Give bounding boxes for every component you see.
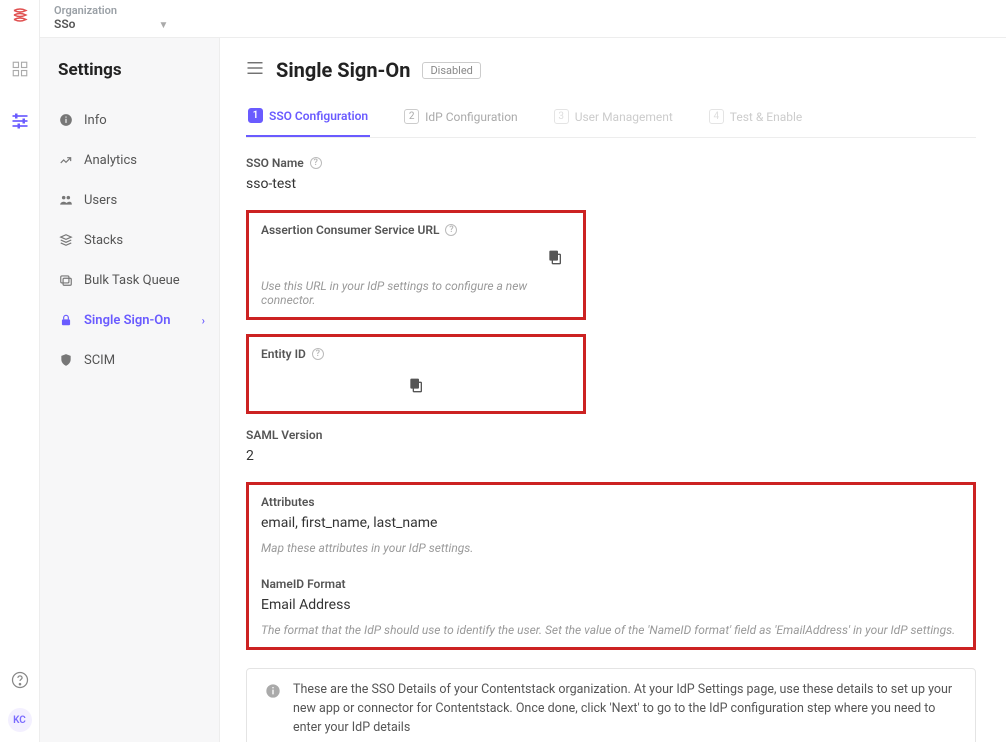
- org-selector[interactable]: SSo: [54, 17, 75, 31]
- field-hint: Use this URL in your IdP settings to con…: [261, 279, 571, 307]
- sidebar-item-label: Users: [84, 193, 117, 208]
- settings-sidebar: Settings Info Analytics Users Stacks: [40, 38, 220, 742]
- analytics-icon: [58, 152, 74, 168]
- sso-name-value: sso-test: [246, 176, 976, 192]
- saml-version-value: 2: [246, 448, 976, 464]
- sidebar-item-info[interactable]: Info: [58, 100, 219, 140]
- page-title: Single Sign-On: [276, 58, 410, 82]
- sidebar-item-label: SCIM: [84, 353, 115, 368]
- sidebar-item-stacks[interactable]: Stacks: [58, 220, 219, 260]
- stacks-icon: [58, 232, 74, 248]
- info-icon: [265, 681, 281, 706]
- sidebar-item-analytics[interactable]: Analytics: [58, 140, 219, 180]
- copy-icon[interactable]: [547, 249, 563, 269]
- org-header: Organization SSo ▼: [40, 0, 1006, 38]
- left-rail: KC: [0, 0, 40, 742]
- status-badge: Disabled: [422, 62, 480, 79]
- org-label: Organization: [54, 4, 168, 17]
- field-label: Assertion Consumer Service URL: [261, 223, 439, 237]
- apps-icon[interactable]: [8, 57, 32, 81]
- chevron-right-icon: ›: [202, 314, 205, 327]
- sidebar-item-bulk-task[interactable]: Bulk Task Queue: [58, 260, 219, 300]
- sidebar-item-label: Bulk Task Queue: [84, 273, 180, 288]
- sidebar-item-label: Analytics: [84, 153, 137, 168]
- users-icon: [58, 192, 74, 208]
- tab-label: IdP Configuration: [425, 110, 518, 124]
- tab-label: SSO Configuration: [269, 109, 368, 123]
- sidebar-item-sso[interactable]: Single Sign-On ›: [58, 300, 219, 340]
- attributes-value: email, first_name, last_name: [261, 515, 961, 531]
- field-hint: The format that the IdP should use to id…: [261, 623, 961, 637]
- field-label: Entity ID: [261, 347, 306, 361]
- tab-test-enable[interactable]: 4 Test & Enable: [707, 108, 804, 137]
- sidebar-item-label: Stacks: [84, 233, 123, 248]
- help-tooltip-icon[interactable]: ?: [310, 157, 322, 169]
- info-icon: [58, 112, 74, 128]
- sidebar-item-label: Single Sign-On: [84, 313, 171, 328]
- sidebar-item-label: Info: [84, 113, 107, 128]
- field-acs-url: Assertion Consumer Service URL ? Use thi…: [246, 210, 586, 320]
- field-label: NameID Format: [261, 577, 346, 591]
- field-label: SAML Version: [246, 428, 322, 442]
- tab-label: User Management: [575, 110, 673, 124]
- main-panel: Single Sign-On Disabled 1 SSO Configurat…: [220, 38, 1006, 742]
- sidebar-item-scim[interactable]: SCIM: [58, 340, 219, 380]
- sidebar-title: Settings: [58, 60, 219, 80]
- tab-idp-config[interactable]: 2 IdP Configuration: [402, 108, 520, 137]
- tabs: 1 SSO Configuration 2 IdP Configuration …: [246, 108, 976, 138]
- info-callout: These are the SSO Details of your Conten…: [246, 668, 976, 742]
- tab-label: Test & Enable: [730, 110, 802, 124]
- help-tooltip-icon[interactable]: ?: [312, 348, 324, 360]
- field-label: Attributes: [261, 495, 315, 509]
- sidebar-item-users[interactable]: Users: [58, 180, 219, 220]
- info-text: These are the SSO Details of your Conten…: [293, 681, 957, 737]
- chevron-down-icon[interactable]: ▼: [158, 20, 168, 31]
- tab-sso-config[interactable]: 1 SSO Configuration: [246, 108, 370, 137]
- field-saml-version: SAML Version 2: [246, 428, 976, 464]
- field-sso-name: SSO Name ? sso-test: [246, 156, 976, 192]
- settings-sliders-icon[interactable]: [8, 109, 32, 133]
- copy-icon[interactable]: [408, 377, 424, 397]
- help-icon[interactable]: [10, 670, 30, 694]
- nameid-value: Email Address: [261, 597, 961, 613]
- field-attributes-nameid: Attributes email, first_name, last_name …: [246, 482, 976, 650]
- field-label: SSO Name: [246, 156, 304, 170]
- app-logo[interactable]: [11, 6, 29, 29]
- lock-icon: [58, 312, 74, 328]
- field-hint: Map these attributes in your IdP setting…: [261, 541, 961, 555]
- help-tooltip-icon[interactable]: ?: [445, 224, 457, 236]
- shield-icon: [58, 352, 74, 368]
- avatar[interactable]: KC: [8, 708, 32, 732]
- field-entity-id: Entity ID ?: [246, 334, 586, 414]
- queue-icon: [58, 272, 74, 288]
- hamburger-icon[interactable]: [246, 61, 264, 79]
- tab-user-management[interactable]: 3 User Management: [552, 108, 675, 137]
